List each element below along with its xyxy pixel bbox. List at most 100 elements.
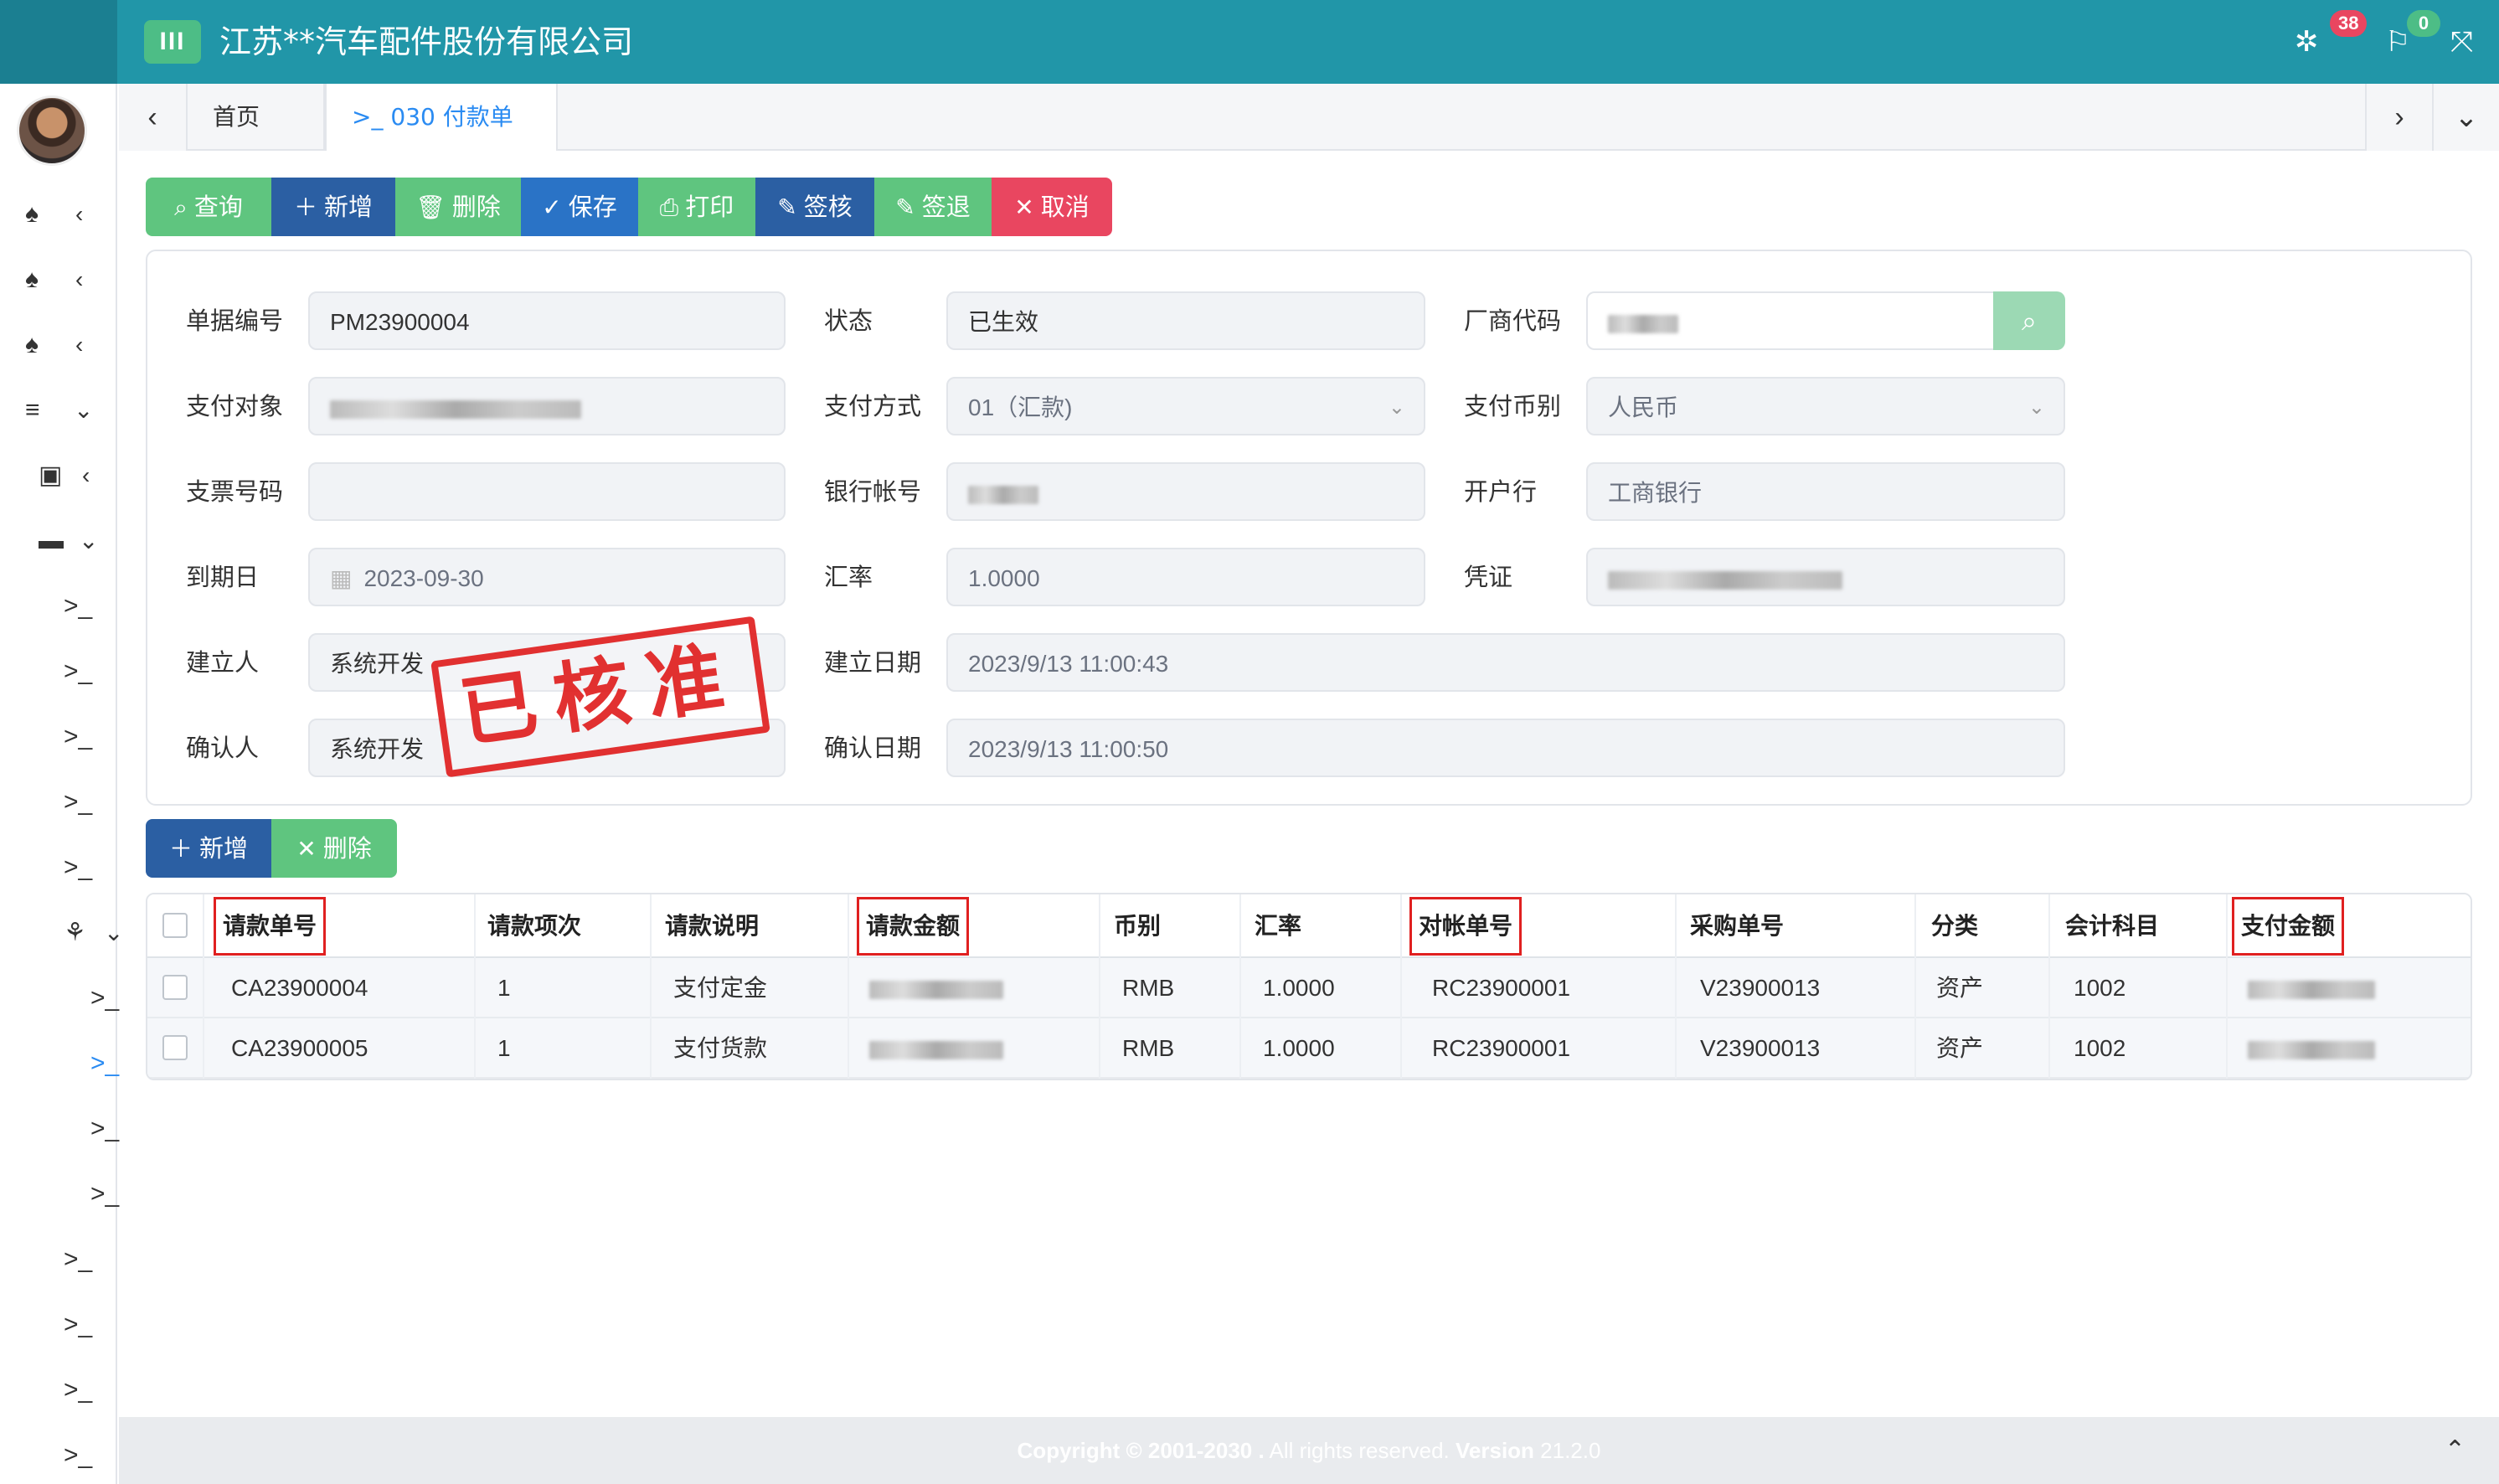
cell-account: 1002 bbox=[2074, 975, 2126, 1001]
chevron-down-icon[interactable]: ⌄ bbox=[104, 908, 123, 958]
bank-account-label: 银行帐号 bbox=[824, 477, 922, 506]
doc-no-field[interactable]: PM23900004 bbox=[308, 291, 786, 350]
terminal-icon[interactable]: >_ bbox=[90, 1169, 119, 1219]
table-row[interactable]: CA23900005 1 支付货款 RMB 1.0000 RC23900001 … bbox=[147, 1018, 2471, 1079]
terminal-icon[interactable]: >_ bbox=[64, 1430, 92, 1481]
bell-icon[interactable]: ♠ bbox=[25, 189, 39, 240]
row-checkbox[interactable] bbox=[162, 975, 188, 1000]
cell-request-item: 1 bbox=[497, 975, 511, 1001]
tab-scroll-right-icon[interactable]: › bbox=[2365, 84, 2432, 151]
voucher-field[interactable] bbox=[1586, 548, 2065, 606]
row-checkbox[interactable] bbox=[162, 1035, 188, 1060]
terminal-icon[interactable]: >_ bbox=[64, 1365, 92, 1415]
confirm-date-field[interactable]: 2023/9/13 11:00:50 bbox=[946, 719, 2065, 777]
flag-badge: 0 bbox=[2407, 10, 2440, 37]
sign-label: 签核 bbox=[803, 193, 853, 221]
settings-icon[interactable]: ✲ bbox=[2295, 20, 2319, 64]
cheque-field[interactable] bbox=[308, 462, 786, 521]
status-field[interactable]: 已生效 bbox=[946, 291, 1425, 350]
voucher-label: 凭证 bbox=[1464, 563, 1513, 591]
sign-button[interactable]: ✎ 签核 bbox=[755, 178, 874, 236]
print-button[interactable]: ⎙ 打印 bbox=[638, 178, 755, 236]
terminal-icon[interactable]: >_ bbox=[64, 581, 92, 631]
version-value: 21.2.0 bbox=[1533, 1438, 1601, 1463]
pay-method-select[interactable]: 01（汇款) ⌄ bbox=[946, 377, 1425, 435]
server-icon[interactable]: ≡ bbox=[25, 385, 40, 435]
col-statement-no[interactable]: 对帐单号 bbox=[1409, 897, 1523, 956]
vendor-search-button[interactable]: ⌕ bbox=[1993, 291, 2065, 350]
column-divider bbox=[203, 894, 204, 1079]
terminal-icon[interactable]: >_ bbox=[64, 712, 92, 762]
bank-field[interactable]: 工商银行 bbox=[1586, 462, 2065, 521]
col-purchase-no[interactable]: 采购单号 bbox=[1690, 894, 1784, 958]
detail-add-button[interactable]: ＋新增 bbox=[146, 819, 271, 878]
col-request-no[interactable]: 请款单号 bbox=[213, 897, 327, 956]
terminal-icon[interactable]: >_ bbox=[64, 1300, 92, 1350]
col-category[interactable]: 分类 bbox=[1931, 894, 1978, 958]
terminal-icon-active[interactable]: >_ bbox=[90, 1038, 119, 1089]
terminal-icon[interactable]: >_ bbox=[64, 842, 92, 893]
calendar-icon: ▦ bbox=[330, 565, 353, 591]
folder-icon[interactable]: ▬ bbox=[39, 516, 64, 566]
add-button[interactable]: ＋新增 bbox=[271, 178, 395, 236]
terminal-icon[interactable]: >_ bbox=[90, 973, 119, 1023]
cancel-button[interactable]: ✕ 取消 bbox=[992, 178, 1112, 236]
col-pay-amount[interactable]: 支付金额 bbox=[2231, 897, 2345, 956]
col-account[interactable]: 会计科目 bbox=[2065, 894, 2159, 958]
col-rate[interactable]: 汇率 bbox=[1255, 894, 1301, 958]
close-icon: ✕ bbox=[296, 835, 317, 863]
chevron-down-icon[interactable]: ⌄ bbox=[79, 516, 98, 566]
scroll-top-chevron-icon[interactable]: ⌃ bbox=[2445, 1417, 2466, 1484]
chevron-left-icon[interactable]: ‹ bbox=[75, 189, 83, 240]
col-request-item[interactable]: 请款项次 bbox=[487, 894, 581, 958]
detail-table: 请款单号 请款项次 请款说明 请款金额 币别 汇率 对帐单号 采购单号 分类 会… bbox=[146, 893, 2472, 1080]
bell-icon[interactable]: ♠ bbox=[25, 255, 39, 305]
detail-delete-button[interactable]: ✕ 删除 bbox=[271, 819, 397, 878]
cell-currency: RMB bbox=[1122, 975, 1175, 1001]
cell-statement-no: RC23900001 bbox=[1432, 1035, 1571, 1061]
folder-plus-icon[interactable]: ▣ bbox=[39, 451, 62, 501]
vendor-code-field[interactable] bbox=[1586, 291, 1997, 350]
sidebar bbox=[0, 84, 117, 1484]
terminal-icon[interactable]: >_ bbox=[64, 777, 92, 827]
tab-menu-chevron-icon[interactable]: ⌄ bbox=[2432, 84, 2499, 151]
terminal-icon[interactable]: >_ bbox=[64, 1234, 92, 1285]
currency-select[interactable]: 人民币 ⌄ bbox=[1586, 377, 2065, 435]
cell-request-no: CA23900004 bbox=[231, 975, 368, 1001]
chevron-left-icon[interactable]: ‹ bbox=[75, 320, 83, 370]
fullscreen-icon[interactable]: ⤧ bbox=[2450, 20, 2473, 64]
select-all-checkbox[interactable] bbox=[162, 913, 188, 938]
table-row[interactable]: CA23900004 1 支付定金 RMB 1.0000 RC23900001 … bbox=[147, 958, 2471, 1018]
cell-rate: 1.0000 bbox=[1263, 975, 1335, 1001]
tab-home[interactable]: 首页 bbox=[186, 84, 325, 151]
tab-payment-order[interactable]: >_ 030 付款单 bbox=[325, 84, 558, 151]
menu-toggle-button[interactable]: III bbox=[144, 20, 201, 64]
unsign-button[interactable]: ✎ 签退 bbox=[874, 178, 992, 236]
col-request-desc[interactable]: 请款说明 bbox=[665, 894, 759, 958]
cell-rate: 1.0000 bbox=[1263, 1035, 1335, 1061]
due-date-field[interactable]: ▦ 2023-09-30 bbox=[308, 548, 786, 606]
chevron-left-icon[interactable]: ‹ bbox=[82, 451, 90, 501]
chevron-left-icon[interactable]: ‹ bbox=[75, 255, 83, 305]
due-date-label: 到期日 bbox=[186, 563, 260, 591]
rate-field[interactable]: 1.0000 bbox=[946, 548, 1425, 606]
col-currency[interactable]: 币别 bbox=[1114, 894, 1161, 958]
confirm-date-label: 确认日期 bbox=[824, 734, 922, 762]
save-button[interactable]: ✓ 保存 bbox=[521, 178, 638, 236]
chevron-down-icon[interactable]: ⌄ bbox=[74, 385, 93, 435]
bell-icon[interactable]: ♠ bbox=[25, 320, 39, 370]
pay-target-field[interactable] bbox=[308, 377, 786, 435]
hand-coin-icon[interactable]: ⚘ bbox=[64, 908, 86, 958]
delete-button[interactable]: 🗑 删除 bbox=[395, 178, 521, 236]
col-request-amount[interactable]: 请款金额 bbox=[856, 897, 970, 956]
avatar[interactable] bbox=[17, 95, 87, 166]
terminal-icon[interactable]: >_ bbox=[64, 647, 92, 697]
tab-scroll-left-icon[interactable]: ‹ bbox=[119, 84, 186, 151]
status-label: 状态 bbox=[824, 307, 873, 335]
bank-account-field[interactable] bbox=[946, 462, 1425, 521]
query-button[interactable]: ⌕ 查询 bbox=[146, 178, 271, 236]
terminal-icon[interactable]: >_ bbox=[90, 1104, 119, 1154]
create-date-field[interactable]: 2023/9/13 11:00:43 bbox=[946, 633, 2065, 692]
add-label: 新增 bbox=[324, 193, 374, 221]
column-divider bbox=[1239, 894, 1241, 1079]
